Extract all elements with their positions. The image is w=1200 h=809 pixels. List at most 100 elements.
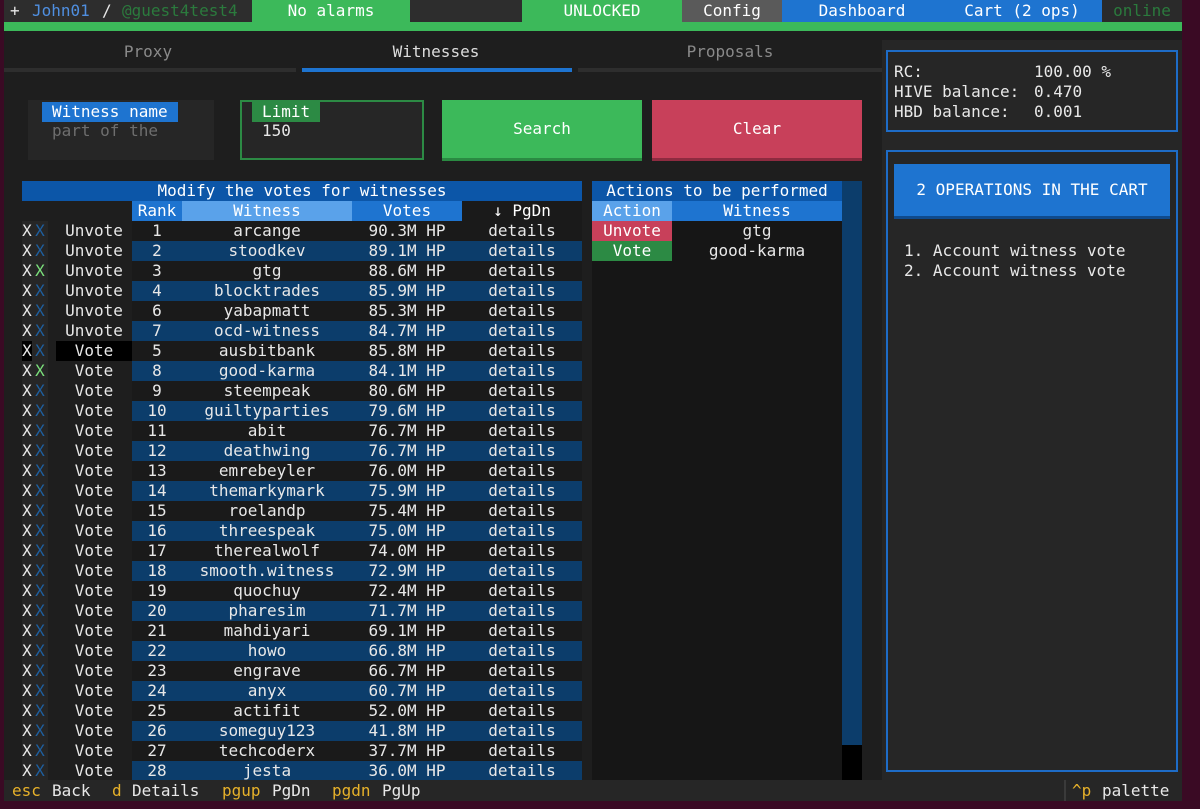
row-checkbox[interactable]: X	[32, 261, 48, 281]
user-name[interactable]: John01	[32, 0, 90, 22]
key-esc-label[interactable]: Back	[52, 780, 91, 801]
tab-witnesses[interactable]: Witnesses	[292, 40, 580, 64]
table-row[interactable]: X X Vote 22 howo 66.8M HP details	[22, 641, 582, 661]
tab-proposals[interactable]: Proposals	[580, 40, 880, 64]
row-select-mark[interactable]: X	[22, 521, 32, 541]
row-select-mark[interactable]: X	[22, 481, 32, 501]
row-vote-action[interactable]: Unvote	[56, 221, 132, 241]
row-select-mark[interactable]: X	[22, 341, 32, 361]
table-row[interactable]: X X Unvote 2 stoodkev 89.1M HP details	[22, 241, 582, 261]
row-vote-action[interactable]: Vote	[56, 501, 132, 521]
table-row[interactable]: X X Vote 24 anyx 60.7M HP details	[22, 681, 582, 701]
row-vote-action[interactable]: Vote	[56, 681, 132, 701]
table-row[interactable]: X X Vote 28 jesta 36.0M HP details	[22, 761, 582, 781]
row-details-link[interactable]: details	[462, 501, 582, 521]
column-header-action-witness[interactable]: Witness	[672, 201, 842, 221]
row-select-mark[interactable]: X	[22, 441, 32, 461]
row-checkbox[interactable]: X	[32, 421, 48, 441]
clear-button[interactable]: Clear	[652, 100, 862, 161]
row-vote-action[interactable]: Vote	[56, 601, 132, 621]
row-select-mark[interactable]: X	[22, 541, 32, 561]
row-vote-action[interactable]: Unvote	[56, 281, 132, 301]
row-checkbox[interactable]: X	[32, 401, 48, 421]
table-row[interactable]: X X Vote 26 someguy123 41.8M HP details	[22, 721, 582, 741]
column-header-rank[interactable]: Rank	[132, 201, 182, 221]
row-select-mark[interactable]: X	[22, 301, 32, 321]
actions-scrollbar-thumb[interactable]	[842, 745, 862, 780]
row-details-link[interactable]: details	[462, 741, 582, 761]
key-pgup-label[interactable]: PgDn	[272, 780, 311, 801]
table-row[interactable]: X X Vote 10 guiltyparties 79.6M HP details	[22, 401, 582, 421]
row-vote-action[interactable]: Vote	[56, 581, 132, 601]
row-vote-action[interactable]: Vote	[56, 541, 132, 561]
row-details-link[interactable]: details	[462, 761, 582, 781]
config-button[interactable]: Config	[682, 0, 782, 22]
row-details-link[interactable]: details	[462, 421, 582, 441]
guest-account[interactable]: @guest4test4	[122, 0, 238, 22]
row-details-link[interactable]: details	[462, 701, 582, 721]
cart-button[interactable]: Cart (2 ops)	[942, 0, 1102, 22]
row-vote-action[interactable]: Vote	[56, 381, 132, 401]
row-checkbox[interactable]: X	[32, 601, 48, 621]
row-select-mark[interactable]: X	[22, 701, 32, 721]
row-select-mark[interactable]: X	[22, 681, 32, 701]
row-vote-action[interactable]: Vote	[56, 361, 132, 381]
row-select-mark[interactable]: X	[22, 321, 32, 341]
row-vote-action[interactable]: Vote	[56, 441, 132, 461]
row-select-mark[interactable]: X	[22, 661, 32, 681]
row-select-mark[interactable]: X	[22, 241, 32, 261]
row-select-mark[interactable]: X	[22, 761, 32, 781]
row-vote-action[interactable]: Unvote	[56, 321, 132, 341]
row-checkbox[interactable]: X	[32, 641, 48, 661]
row-details-link[interactable]: details	[462, 361, 582, 381]
search-button[interactable]: Search	[442, 100, 642, 161]
row-details-link[interactable]: details	[462, 721, 582, 741]
row-details-link[interactable]: details	[462, 301, 582, 321]
row-vote-action[interactable]: Vote	[56, 621, 132, 641]
row-checkbox[interactable]: X	[32, 301, 48, 321]
row-checkbox[interactable]: X	[32, 741, 48, 761]
column-header-votes[interactable]: Votes	[352, 201, 462, 221]
row-vote-action[interactable]: Vote	[56, 401, 132, 421]
row-checkbox[interactable]: X	[32, 221, 48, 241]
row-checkbox[interactable]: X	[32, 721, 48, 741]
table-row[interactable]: X X Unvote 4 blocktrades 85.9M HP details	[22, 281, 582, 301]
table-row[interactable]: X X Vote 9 steempeak 80.6M HP details	[22, 381, 582, 401]
alarms-indicator[interactable]: No alarms	[252, 0, 410, 22]
row-vote-action[interactable]: Vote	[56, 561, 132, 581]
table-row[interactable]: X X Vote 12 deathwing 76.7M HP details	[22, 441, 582, 461]
table-row[interactable]: X X Vote 17 therealwolf 74.0M HP details	[22, 541, 582, 561]
table-row[interactable]: X X Vote 13 emrebeyler 76.0M HP details	[22, 461, 582, 481]
row-checkbox[interactable]: X	[32, 681, 48, 701]
row-checkbox[interactable]: X	[32, 381, 48, 401]
row-checkbox[interactable]: X	[32, 561, 48, 581]
table-row[interactable]: X X Vote 23 engrave 66.7M HP details	[22, 661, 582, 681]
table-row[interactable]: X X Vote 8 good-karma 84.1M HP details	[22, 361, 582, 381]
row-checkbox[interactable]: X	[32, 241, 48, 261]
row-checkbox[interactable]: X	[32, 361, 48, 381]
row-details-link[interactable]: details	[462, 661, 582, 681]
row-vote-action[interactable]: Unvote	[56, 261, 132, 281]
row-details-link[interactable]: details	[462, 461, 582, 481]
row-checkbox[interactable]: X	[32, 321, 48, 341]
row-select-mark[interactable]: X	[22, 741, 32, 761]
row-details-link[interactable]: details	[462, 381, 582, 401]
row-details-link[interactable]: details	[462, 261, 582, 281]
row-select-mark[interactable]: X	[22, 221, 32, 241]
key-palette[interactable]: ^p	[1072, 780, 1091, 801]
row-checkbox[interactable]: X	[32, 341, 48, 361]
row-vote-action[interactable]: Vote	[56, 661, 132, 681]
table-row[interactable]: X X Vote 18 smooth.witness 72.9M HP details	[22, 561, 582, 581]
row-vote-action[interactable]: Vote	[56, 481, 132, 501]
actions-scrollbar[interactable]	[842, 181, 862, 745]
row-checkbox[interactable]: X	[32, 441, 48, 461]
row-details-link[interactable]: details	[462, 241, 582, 261]
row-select-mark[interactable]: X	[22, 581, 32, 601]
row-select-mark[interactable]: X	[22, 381, 32, 401]
row-details-link[interactable]: details	[462, 281, 582, 301]
row-select-mark[interactable]: X	[22, 601, 32, 621]
row-select-mark[interactable]: X	[22, 421, 32, 441]
row-select-mark[interactable]: X	[22, 461, 32, 481]
table-row[interactable]: X X Unvote 1 arcange 90.3M HP details	[22, 221, 582, 241]
dashboard-button[interactable]: Dashboard	[782, 0, 942, 22]
